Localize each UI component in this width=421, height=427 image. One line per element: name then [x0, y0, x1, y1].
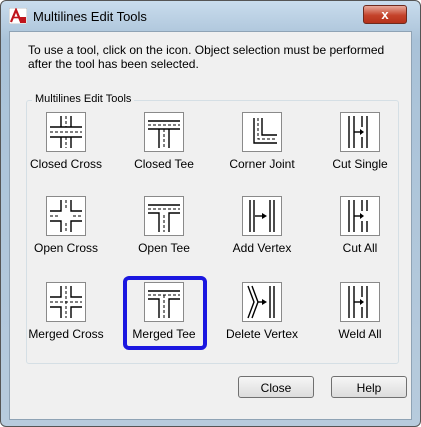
- tools-group-label: Multilines Edit Tools: [32, 93, 135, 105]
- add-vertex-icon[interactable]: [242, 196, 282, 236]
- window-close-button[interactable]: x: [363, 5, 407, 24]
- help-button[interactable]: Help: [331, 376, 407, 398]
- tool-label: Open Tee: [138, 241, 190, 255]
- dialog-window: Multilines Edit Tools x To use a tool, c…: [0, 0, 421, 427]
- autocad-app-icon: [9, 8, 27, 24]
- open-cross-icon[interactable]: [46, 196, 86, 236]
- tool-open-tee[interactable]: Open Tee: [119, 196, 209, 256]
- closed-cross-icon[interactable]: [46, 112, 86, 152]
- cut-all-icon[interactable]: [340, 196, 380, 236]
- weld-all-icon[interactable]: [340, 282, 380, 322]
- delete-vertex-icon[interactable]: [242, 282, 282, 322]
- dialog-client-area: To use a tool, click on the icon. Object…: [9, 31, 412, 420]
- tool-corner-joint[interactable]: Corner Joint: [217, 112, 307, 172]
- tool-cut-single[interactable]: Cut Single: [315, 112, 405, 172]
- tool-weld-all[interactable]: Weld All: [315, 282, 405, 342]
- tool-label: Delete Vertex: [225, 327, 299, 341]
- corner-joint-icon[interactable]: [242, 112, 282, 152]
- merged-cross-icon[interactable]: [46, 282, 86, 322]
- title-bar[interactable]: Multilines Edit Tools x: [1, 1, 420, 31]
- tool-label: Weld All: [338, 327, 382, 341]
- tool-label: Cut All: [342, 241, 378, 255]
- tool-label: Open Cross: [33, 241, 99, 255]
- instructions-text: To use a tool, click on the icon. Object…: [28, 43, 385, 71]
- selection-highlight: [123, 276, 207, 350]
- tool-add-vertex[interactable]: Add Vertex: [217, 196, 307, 256]
- tool-label: Closed Tee: [134, 157, 194, 171]
- tool-cut-all[interactable]: Cut All: [315, 196, 405, 256]
- tool-label: Corner Joint: [229, 157, 295, 171]
- tool-label: Closed Cross: [29, 157, 103, 171]
- tool-open-cross[interactable]: Open Cross: [21, 196, 111, 256]
- tool-closed-cross[interactable]: Closed Cross: [21, 112, 111, 172]
- tool-label: Add Vertex: [232, 241, 292, 255]
- tool-label: Cut Single: [332, 157, 388, 171]
- close-button[interactable]: Close: [238, 376, 314, 398]
- tool-merged-cross[interactable]: Merged Cross: [21, 282, 111, 342]
- window-title: Multilines Edit Tools: [33, 9, 147, 24]
- cut-single-icon[interactable]: [340, 112, 380, 152]
- tool-closed-tee[interactable]: Closed Tee: [119, 112, 209, 172]
- tool-label: Merged Cross: [28, 327, 104, 341]
- open-tee-icon[interactable]: [144, 196, 184, 236]
- closed-tee-icon[interactable]: [144, 112, 184, 152]
- tool-delete-vertex[interactable]: Delete Vertex: [217, 282, 307, 342]
